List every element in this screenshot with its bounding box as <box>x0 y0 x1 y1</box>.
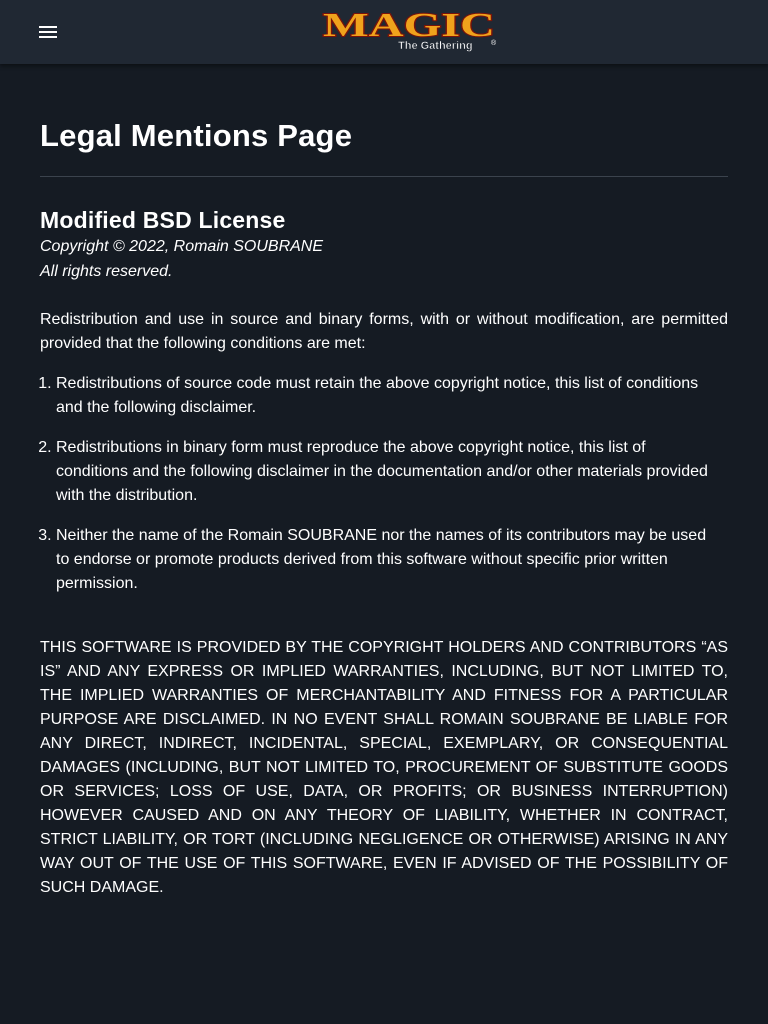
license-intro: Redistribution and use in source and bin… <box>40 311 728 352</box>
title-divider <box>40 176 728 177</box>
condition-item: Redistributions in binary form must repr… <box>56 436 728 508</box>
condition-item: Neither the name of the Romain SOUBRANE … <box>56 524 728 596</box>
magic-the-gathering-logo[interactable]: MAGIC The Gathering ® <box>318 6 500 58</box>
menu-button[interactable] <box>30 14 66 50</box>
hamburger-menu-icon <box>39 26 57 38</box>
copyright-line: Copyright © 2022, Romain SOUBRANE <box>40 238 324 255</box>
logo-title: MAGIC <box>323 7 495 44</box>
conditions-list: Redistributions of source code must reta… <box>40 372 728 596</box>
legal-content: Legal Mentions Page Modified BSD License… <box>40 64 728 900</box>
condition-item: Redistributions of source code must reta… <box>56 372 728 420</box>
license-title: Modified BSD License <box>40 207 286 233</box>
page-title: Legal Mentions Page <box>40 118 353 153</box>
warranty-disclaimer: THIS SOFTWARE IS PROVIDED BY THE COPYRIG… <box>40 639 728 896</box>
top-app-bar: MAGIC The Gathering ® <box>0 0 768 64</box>
logo-subtitle: The Gathering <box>398 40 473 52</box>
logo-registered-mark: ® <box>491 39 497 47</box>
rights-line: All rights reserved. <box>40 263 173 280</box>
